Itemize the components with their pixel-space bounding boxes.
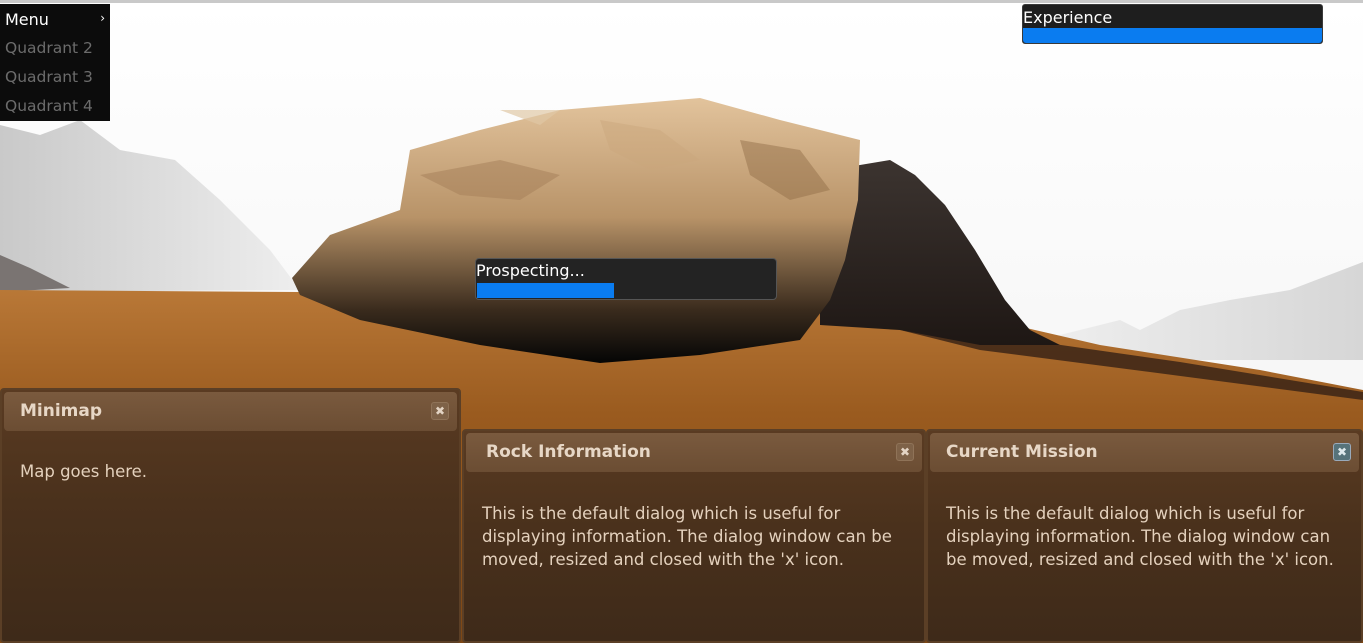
menu-item-quadrant-3[interactable]: Quadrant 3: [5, 68, 105, 92]
close-icon[interactable]: ✖: [431, 402, 449, 420]
experience-fill: [1023, 28, 1322, 43]
menu-item-quadrant-2[interactable]: Quadrant 2: [5, 39, 105, 63]
experience-bar: Experience: [1022, 4, 1323, 44]
close-icon[interactable]: ✖: [896, 443, 914, 461]
close-icon[interactable]: ✖: [1333, 443, 1351, 461]
experience-track: [1023, 28, 1322, 43]
current-mission-body: This is the default dialog which is usef…: [946, 504, 1334, 569]
menu-button[interactable]: Menu ›: [5, 10, 107, 32]
top-border: [0, 0, 1363, 3]
menu-item-quadrant-4[interactable]: Quadrant 4: [5, 97, 105, 121]
minimap-dialog[interactable]: Minimap ✖ Map goes here.: [0, 388, 461, 643]
menu-title: Menu: [5, 10, 49, 29]
main-menu: Menu › Quadrant 2 Quadrant 3 Quadrant 4: [0, 4, 110, 121]
current-mission-titlebar[interactable]: Current Mission ✖: [930, 433, 1359, 472]
prospecting-fill: [477, 283, 615, 298]
prospecting-track: [477, 283, 775, 298]
current-mission-dialog[interactable]: Current Mission ✖ This is the default di…: [926, 429, 1363, 643]
rock-information-titlebar[interactable]: Rock Information ✖: [466, 433, 922, 472]
prospecting-bar: Prospecting...: [475, 258, 777, 300]
current-mission-title: Current Mission: [946, 442, 1098, 462]
chevron-right-icon: ›: [100, 11, 105, 25]
minimap-title: Minimap: [20, 401, 103, 421]
rock-information-dialog[interactable]: Rock Information ✖ This is the default d…: [462, 429, 926, 643]
minimap-body: Map goes here.: [20, 462, 148, 481]
minimap-titlebar[interactable]: Minimap ✖: [4, 392, 457, 431]
game-viewport[interactable]: Menu › Quadrant 2 Quadrant 3 Quadrant 4 …: [0, 0, 1363, 643]
prospecting-label: Prospecting...: [476, 261, 585, 280]
rock-information-body: This is the default dialog which is usef…: [482, 504, 892, 569]
experience-label: Experience: [1023, 8, 1113, 27]
rock-information-title: Rock Information: [486, 442, 651, 462]
